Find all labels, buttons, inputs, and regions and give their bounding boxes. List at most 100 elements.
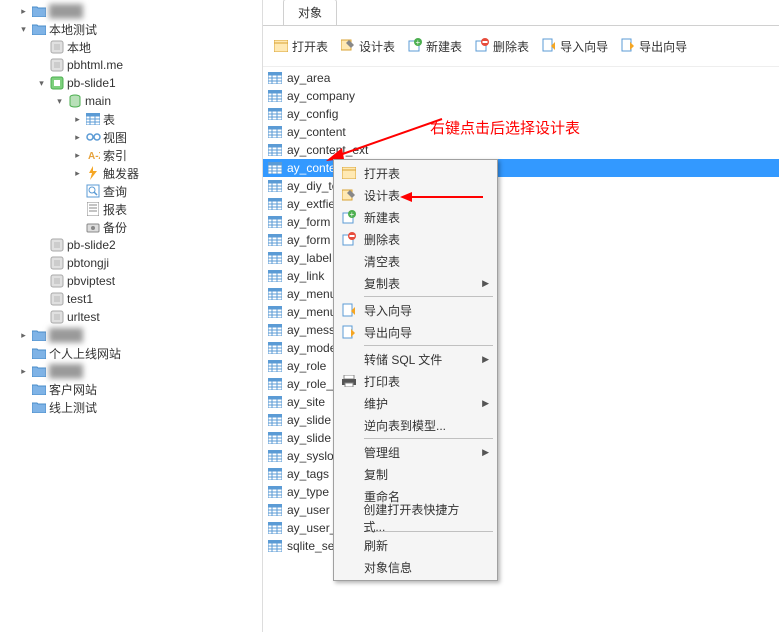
tree-item-label: 报表 [103,201,127,218]
table-icon [267,520,283,536]
tree-item-label: 本地 [67,39,91,56]
expander-icon[interactable] [36,258,47,269]
new-table-button[interactable]: +新建表 [403,34,466,58]
expander-icon[interactable] [72,186,83,197]
expander-icon[interactable] [18,348,29,359]
expander-icon[interactable] [36,276,47,287]
view-icon [85,129,101,145]
context-menu-item[interactable]: 创建打开表快捷方式... [336,507,495,529]
tree-item[interactable]: 报表 [4,200,262,218]
delete-table-label: 删除表 [493,38,529,55]
context-menu-item[interactable]: 维护▶ [336,392,495,414]
conn-off-icon [49,273,65,289]
context-menu-item[interactable]: 打开表 [336,162,495,184]
context-menu-item-label: 新建表 [364,209,400,226]
context-menu-item[interactable]: 逆向表到模型... [336,414,495,436]
table-list-item[interactable]: ay_company [263,87,779,105]
context-menu-item[interactable]: 复制表▶ [336,272,495,294]
expander-icon[interactable]: ▸ [18,366,29,377]
tree-item[interactable]: ▸视图 [4,128,262,146]
tree-item[interactable]: ▸A-Z索引 [4,146,262,164]
tree-item[interactable]: ▾pb-slide1 [4,74,262,92]
table-icon [267,538,283,554]
expander-icon[interactable] [18,384,29,395]
context-menu-item[interactable]: 转储 SQL 文件▶ [336,348,495,370]
expander-icon[interactable] [36,312,47,323]
tree-item-label: 客户网站 [49,381,97,398]
tree-item[interactable]: 线上测试 [4,398,262,416]
tree-item[interactable]: ▾main [4,92,262,110]
tree-item[interactable]: pb-slide2 [4,236,262,254]
tree-item[interactable]: pbhtml.me [4,56,262,74]
table-icon [267,232,283,248]
tree-item[interactable]: ▸表 [4,110,262,128]
tree-item[interactable]: 查询 [4,182,262,200]
context-menu-item[interactable]: 刷新 [336,534,495,556]
tree-item[interactable]: 备份 [4,218,262,236]
expander-icon[interactable]: ▸ [72,168,83,179]
conn-off-icon [49,39,65,55]
expander-icon[interactable]: ▸ [72,132,83,143]
expander-icon[interactable] [18,402,29,413]
context-menu-item[interactable]: 对象信息 [336,556,495,578]
context-menu-item[interactable]: 清空表 [336,250,495,272]
tree-item[interactable]: ▸████ [4,362,262,380]
tree-item[interactable]: pbtongji [4,254,262,272]
svg-text:+: + [350,210,355,219]
expander-icon[interactable]: ▸ [72,150,83,161]
table-list-item[interactable]: ay_area [263,69,779,87]
table-name-label: ay_site [287,395,325,409]
expander-icon[interactable]: ▾ [54,96,65,107]
expander-icon[interactable]: ▸ [18,6,29,17]
table-icon [267,160,283,176]
query-icon [85,183,101,199]
tree-item[interactable]: pbviptest [4,272,262,290]
export-wizard-button[interactable]: 导出向导 [616,34,691,58]
tree-item[interactable]: ▸████ [4,2,262,20]
expander-icon[interactable] [72,222,83,233]
import-wizard-button[interactable]: 导入向导 [537,34,612,58]
tab-objects[interactable]: 对象 [283,0,337,25]
expander-icon[interactable] [36,60,47,71]
tree-item[interactable]: ▸触发器 [4,164,262,182]
tree-item[interactable]: ▸████ [4,326,262,344]
submenu-arrow-icon: ▶ [482,447,489,458]
context-menu-item[interactable]: 打印表 [336,370,495,392]
open-table-button[interactable]: 打开表 [269,35,332,58]
expander-icon[interactable] [36,294,47,305]
context-menu-item[interactable]: 导入向导 [336,299,495,321]
tree-item[interactable]: 个人上线网站 [4,344,262,362]
context-menu-item[interactable]: 删除表 [336,228,495,250]
table-name-label: ay_form [287,233,330,247]
import-icon [541,37,557,55]
tree-item[interactable]: urltest [4,308,262,326]
delete-table-button[interactable]: 删除表 [470,34,533,58]
new-icon: + [340,209,358,225]
expander-icon[interactable]: ▾ [36,78,47,89]
expander-icon[interactable] [36,42,47,53]
design-table-button[interactable]: 设计表 [336,34,399,58]
context-menu-item[interactable]: 导出向导 [336,321,495,343]
context-menu-item[interactable]: 复制 [336,463,495,485]
expander-icon[interactable] [36,240,47,251]
expander-icon[interactable]: ▸ [18,330,29,341]
table-name-label: ay_user [287,503,330,517]
tree-item[interactable]: test1 [4,290,262,308]
table-icon [267,394,283,410]
expander-icon[interactable]: ▾ [18,24,29,35]
expander-icon[interactable] [72,204,83,215]
context-menu-item-label: 设计表 [364,187,400,204]
expander-icon[interactable]: ▸ [72,114,83,125]
new-table-icon: + [407,37,423,55]
tree-item-label: pbtongji [67,256,109,270]
context-menu-item-label: 管理组 [364,444,400,461]
tree-item-label: pb-slide2 [67,238,116,252]
context-menu-item[interactable]: + 新建表 [336,206,495,228]
tree-item[interactable]: ▾本地测试 [4,20,262,38]
context-menu-item[interactable]: 管理组 ▶ [336,441,495,463]
context-menu-item-label: 导入向导 [364,302,412,319]
tree-item[interactable]: 本地 [4,38,262,56]
table-icon [267,358,283,374]
tree-item[interactable]: 客户网站 [4,380,262,398]
table-icon [267,250,283,266]
